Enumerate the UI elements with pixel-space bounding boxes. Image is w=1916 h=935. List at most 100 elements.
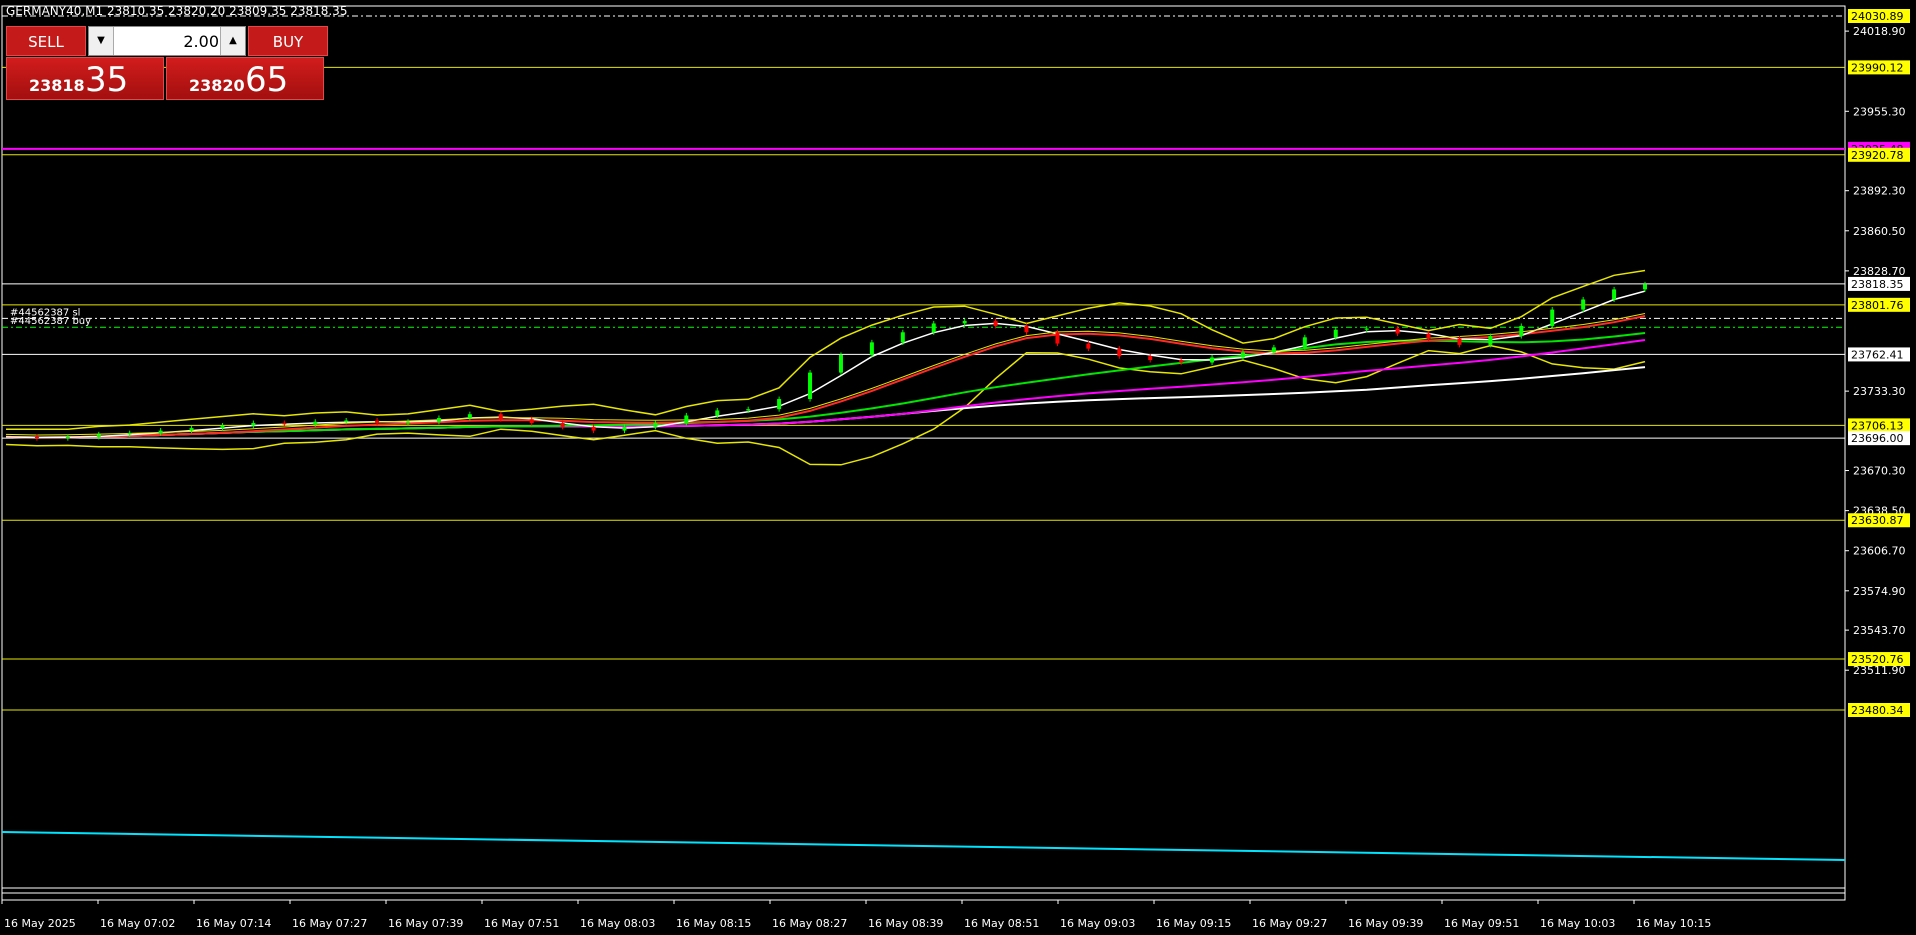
candle-body (220, 425, 225, 429)
price-level-label: 23480.34 (1851, 704, 1904, 717)
candle-body (1457, 338, 1462, 345)
candle-body (1643, 284, 1647, 290)
buy-price-pips: 65 (245, 60, 289, 100)
sell-price-pips: 35 (85, 60, 129, 100)
lot-size-input[interactable] (115, 29, 221, 53)
candle-body (746, 409, 751, 411)
moving-average-20 (5, 315, 1646, 439)
candle-body (715, 410, 720, 416)
x-tick-label: 16 May 10:15 (1636, 917, 1711, 930)
x-tick-label: 16 May 08:39 (868, 917, 943, 930)
price-level-label: 23630.87 (1851, 514, 1904, 527)
y-tick-label: 23543.70 (1853, 624, 1906, 637)
candle-body (189, 428, 194, 431)
candle-body (1612, 289, 1617, 300)
candle-body (96, 434, 101, 437)
symbol-info: GERMANY40,M1 23810.35 23820.20 23809.35 … (6, 4, 348, 18)
candle-body (962, 320, 967, 324)
candle-body (777, 399, 782, 410)
candle-body (1086, 343, 1091, 349)
price-level-label: 23706.13 (1851, 419, 1904, 432)
y-tick-label: 23511.90 (1853, 664, 1906, 677)
candle-body (1179, 359, 1184, 363)
candle-body (1395, 328, 1400, 334)
y-tick-label: 23828.70 (1853, 265, 1906, 278)
lot-increase-icon[interactable]: ▲ (220, 27, 245, 55)
lot-decrease-icon[interactable]: ▼ (89, 27, 114, 55)
x-tick-label: 16 May 08:03 (580, 917, 655, 930)
candle-body (1302, 337, 1307, 348)
price-level-label: 23990.12 (1851, 61, 1904, 74)
buy-button[interactable]: BUY (248, 26, 328, 56)
candle-body (1333, 329, 1338, 338)
candle-body (1024, 325, 1029, 333)
candle-body (375, 420, 380, 424)
sell-price-button[interactable]: 23818 35 (6, 57, 164, 100)
x-tick-label: 16 May 09:15 (1156, 917, 1231, 930)
candle-body (808, 372, 813, 400)
y-tick-label: 23860.50 (1853, 225, 1906, 238)
candle-body (1240, 352, 1245, 358)
moving-average-200 (5, 366, 1646, 439)
candle-body (1210, 357, 1215, 363)
y-tick-label: 23733.30 (1853, 385, 1906, 398)
candle-body (65, 436, 70, 439)
x-tick-label: 16 May 07:14 (196, 917, 271, 930)
candle-body (529, 419, 534, 424)
price-level-label: 23696.00 (1851, 432, 1904, 445)
x-tick-label: 16 May 09:51 (1444, 917, 1519, 930)
candle-body (34, 436, 39, 439)
x-tick-label: 16 May 07:51 (484, 917, 559, 930)
y-tick-label: 23574.90 (1853, 585, 1906, 598)
x-tick-label: 16 May 07:39 (388, 917, 463, 930)
candle-body (1550, 309, 1555, 326)
sell-price-main: 23818 (29, 76, 85, 95)
candle-body (653, 423, 658, 427)
candle-body (1426, 333, 1431, 339)
y-tick-label: 23606.70 (1853, 545, 1906, 558)
x-tick-label: 16 May 08:15 (676, 917, 751, 930)
price-level-label: 23920.78 (1851, 149, 1904, 162)
candle-body (406, 421, 411, 424)
candle-body (1488, 336, 1493, 345)
sell-button[interactable]: SELL (6, 26, 86, 56)
candle-body (282, 423, 287, 425)
price-level-label: 24030.89 (1851, 10, 1904, 23)
x-tick-label: 16 May 10:03 (1540, 917, 1615, 930)
y-tick-label: 23670.30 (1853, 465, 1906, 478)
candle-body (1519, 325, 1524, 337)
buy-price-button[interactable]: 23820 65 (166, 57, 324, 100)
cyan-trendline (1, 831, 1846, 861)
y-tick-label: 23892.30 (1853, 185, 1906, 198)
candle-body (838, 354, 843, 373)
candle-body (1364, 328, 1369, 330)
x-tick-label: 16 May 09:27 (1252, 917, 1327, 930)
candle-body (1271, 347, 1276, 353)
x-tick-label: 16 May 07:27 (292, 917, 367, 930)
lot-size-field: ▼ ▲ (88, 26, 246, 56)
x-tick-label: 16 May 2025 (4, 917, 76, 930)
candle-body (127, 433, 132, 435)
candle-body (993, 320, 998, 326)
candle-body (684, 415, 689, 424)
candle-body (560, 423, 565, 427)
candle-body (931, 323, 936, 333)
candle-body (498, 414, 503, 420)
candle-body (622, 426, 627, 431)
candle-body (591, 426, 596, 431)
candle-body (900, 332, 905, 343)
price-chart[interactable]: 24018.90 23955.30 23892.30 23860.50 23828.70… (0, 0, 1916, 935)
y-tick-label: 23955.30 (1853, 105, 1906, 118)
price-level-label: 23762.41 (1851, 348, 1904, 361)
one-click-trading-panel: SELL ▼ ▲ BUY 23818 35 23820 65 (6, 26, 328, 102)
x-tick-label: 16 May 09:39 (1348, 917, 1423, 930)
candle-body (869, 342, 874, 355)
candle-body (344, 420, 349, 422)
y-tick-label: 24018.90 (1853, 25, 1906, 38)
candle-body (467, 414, 472, 418)
price-level-label: 23801.76 (1851, 299, 1904, 312)
x-tick-label: 16 May 09:03 (1060, 917, 1135, 930)
price-level-label: 23520.76 (1851, 653, 1904, 666)
buy-price-main: 23820 (189, 76, 245, 95)
price-level-label: 23818.35 (1851, 278, 1904, 291)
